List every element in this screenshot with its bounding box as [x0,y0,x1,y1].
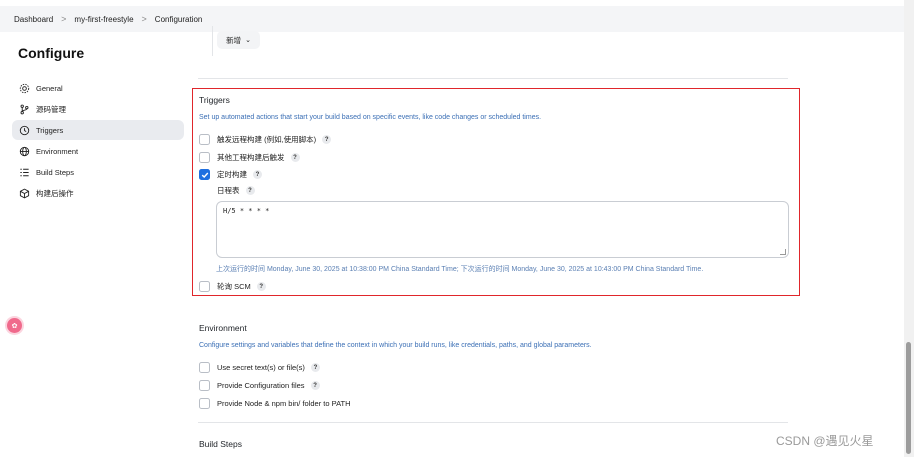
checkbox[interactable] [199,362,210,373]
checkbox[interactable] [199,398,210,409]
add-button-label: 新增 [226,35,242,45]
schedule-textarea[interactable]: H/5 * * * * [216,201,789,258]
sidebar-item-label: Triggers [36,125,64,135]
build-steps-title: Build Steps [199,439,242,449]
resize-handle-icon[interactable] [780,249,786,255]
sidebar-item-label: 源码管理 [36,104,66,114]
add-source-button[interactable]: 新增 ⌄ [217,31,260,49]
schedule-run-info: 上次运行的时间 Monday, June 30, 2025 at 10:38:0… [216,266,704,273]
env-config-files-option[interactable]: Provide Configuration files ? [199,380,320,391]
checkbox[interactable] [199,152,210,163]
help-icon[interactable]: ? [256,282,266,291]
checkbox[interactable] [199,134,210,145]
breadcrumb: Dashboard > my-first-freestyle > Configu… [0,6,904,32]
option-label: Use secret text(s) or file(s) [217,363,305,372]
env-node-npm-option[interactable]: Provide Node & npm bin/ folder to PATH [199,398,351,409]
environment-description: Configure settings and variables that de… [199,342,592,349]
sidebar-item-label: Build Steps [36,167,74,177]
trigger-after-other-projects-option[interactable]: 其他工程构建后触发 ? [199,152,300,163]
sidebar-item-post-build[interactable]: 构建后操作 [12,183,184,203]
trigger-poll-scm-option[interactable]: 轮询 SCM ? [199,281,266,292]
checkmark-icon [201,172,208,178]
option-label: 其他工程构建后触发 [217,153,285,162]
gear-icon [19,83,30,94]
divider [198,78,788,79]
help-icon[interactable]: ? [245,186,255,195]
schedule-label-text: 日程表 [217,186,240,195]
sidebar-item-label: General [36,83,63,93]
divider [212,26,213,56]
help-icon[interactable]: ? [253,170,262,179]
sidebar-item-label: 构建后操作 [36,188,74,198]
sidebar-item-triggers[interactable]: Triggers [12,120,184,140]
trigger-periodic-build-option[interactable]: 定时构建 ? [199,169,262,180]
schedule-label: 日程表 ? [217,185,255,196]
checkbox-checked[interactable] [199,169,210,180]
breadcrumb-separator: > [61,14,67,24]
sidebar-item-source-control[interactable]: 源码管理 [12,99,184,119]
environment-title: Environment [199,323,247,333]
option-label: Provide Configuration files [217,381,305,390]
option-label: Provide Node & npm bin/ folder to PATH [217,399,351,408]
divider [198,422,788,423]
triggers-title: Triggers [199,95,230,105]
cube-icon [19,188,30,199]
schedule-value: H/5 * * * * [223,207,270,215]
trigger-remote-build-option[interactable]: 触发远程构建 (例如,使用脚本) ? [199,134,332,145]
help-icon[interactable]: ? [290,153,300,162]
sidebar-item-build-steps[interactable]: Build Steps [12,162,184,182]
globe-icon [19,146,30,157]
watermark: CSDN @遇见火星 [776,434,874,448]
help-icon[interactable]: ? [322,135,332,144]
option-label: 轮询 SCM [217,282,251,291]
option-label: 触发远程构建 (例如,使用脚本) [217,135,317,144]
page-title: Configure [18,45,85,61]
triggers-description: Set up automated actions that start your… [199,114,542,121]
chevron-down-icon: ⌄ [245,37,251,44]
sidebar-item-general[interactable]: General [12,78,184,98]
checkbox[interactable] [199,281,210,292]
scrollbar-thumb[interactable] [906,342,911,454]
floating-assistant-icon[interactable]: ✿ [7,318,22,333]
branch-icon [19,104,30,115]
help-icon[interactable]: ? [310,381,320,390]
breadcrumb-dashboard[interactable]: Dashboard [14,15,53,24]
sidebar-item-environment[interactable]: Environment [12,141,184,161]
breadcrumb-project[interactable]: my-first-freestyle [74,15,133,24]
env-secret-text-option[interactable]: Use secret text(s) or file(s) ? [199,362,320,373]
clock-icon [19,125,30,136]
breadcrumb-configuration[interactable]: Configuration [155,15,203,24]
list-icon [19,167,30,178]
breadcrumb-separator: > [141,14,147,24]
sidebar-item-label: Environment [36,146,79,156]
help-icon[interactable]: ? [310,363,320,372]
option-label: 定时构建 [217,170,247,179]
checkbox[interactable] [199,380,210,391]
